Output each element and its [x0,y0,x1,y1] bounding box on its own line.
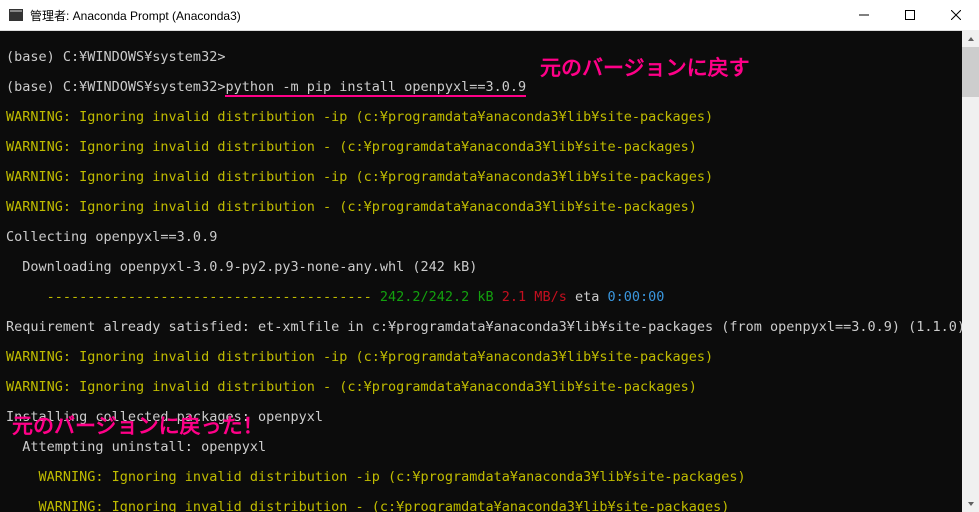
output-line: Installing collected packages: openpyxl [6,409,323,425]
terminal-window: 管理者: Anaconda Prompt (Anaconda3) (base) … [0,0,979,512]
output-line: Attempting uninstall: openpyxl [6,439,266,455]
warning-line: WARNING: Ignoring invalid distribution -… [6,109,713,125]
warning-line: WARNING: Ignoring invalid distribution -… [6,199,697,215]
scrollbar-track[interactable] [962,47,979,495]
prompt-line: (base) C:¥WINDOWS¥system32> [6,49,225,65]
warning-line: WARNING: Ignoring invalid distribution -… [6,379,697,395]
warning-line: WARNING: Ignoring invalid distribution -… [6,139,697,155]
window-title: 管理者: Anaconda Prompt (Anaconda3) [30,7,841,24]
progress-bar: ---------------------------------------- [6,289,372,305]
eta-value: 0:00:00 [599,289,664,305]
scroll-down-button[interactable] [962,495,979,512]
vertical-scrollbar[interactable] [962,30,979,512]
scrollbar-thumb[interactable] [962,47,979,97]
window-controls [841,0,979,30]
command-text: python -m pip install openpyxl==3.0.9 [225,79,526,97]
warning-line: WARNING: Ignoring invalid distribution -… [6,499,729,512]
close-button[interactable] [933,0,979,30]
scroll-up-button[interactable] [962,30,979,47]
titlebar[interactable]: 管理者: Anaconda Prompt (Anaconda3) [0,0,979,31]
output-line: Collecting openpyxl==3.0.9 [6,229,217,245]
warning-line: WARNING: Ignoring invalid distribution -… [6,349,713,365]
progress-speed: 2.1 MB/s [494,289,567,305]
output-line: Requirement already satisfied: et-xmlfil… [6,319,965,335]
app-icon [8,7,24,23]
warning-line: WARNING: Ignoring invalid distribution -… [6,469,746,485]
minimize-button[interactable] [841,0,887,30]
output-line: Downloading openpyxl-3.0.9-py2.py3-none-… [6,259,477,275]
progress-size: 242.2/242.2 kB [372,289,494,305]
warning-line: WARNING: Ignoring invalid distribution -… [6,169,713,185]
eta-label: eta [567,289,600,305]
prompt-line: (base) C:¥WINDOWS¥system32> [6,79,225,95]
terminal-output[interactable]: (base) C:¥WINDOWS¥system32> (base) C:¥WI… [0,31,979,512]
maximize-button[interactable] [887,0,933,30]
